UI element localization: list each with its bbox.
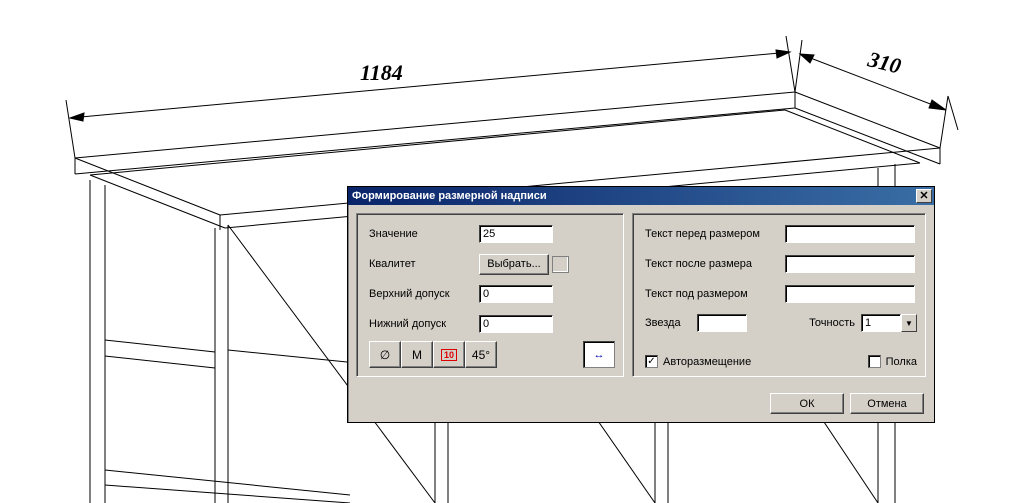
lower-tolerance-label: Нижний допуск (369, 318, 479, 330)
ok-button[interactable]: ОК (770, 393, 844, 414)
shelf-label: Полка (886, 356, 917, 368)
value-label: Значение (369, 228, 479, 240)
text-under-input[interactable] (785, 285, 915, 303)
qualitet-label: Квалитет (369, 258, 479, 270)
left-panel: Значение Квалитет Выбрать... Верхний доп… (356, 213, 624, 377)
right-panel: Текст перед размером Текст после размера… (632, 213, 926, 377)
precision-combo[interactable]: ▼ (861, 314, 917, 332)
diameter-symbol-button[interactable]: ∅ (369, 341, 401, 368)
choose-qualitet-button[interactable]: Выбрать... (479, 254, 549, 275)
precision-dropdown-button[interactable]: ▼ (901, 314, 917, 332)
cancel-button[interactable]: Отмена (850, 393, 924, 414)
value-input[interactable] (479, 225, 553, 243)
tolerance-frame-button[interactable]: 10 (433, 341, 465, 368)
text-after-input[interactable] (785, 255, 915, 273)
text-under-label: Текст под размером (645, 288, 785, 300)
dimension-inscription-dialog: Формирование размерной надписи ✕ Значени… (347, 186, 935, 423)
dimension-preview: ↔ (583, 341, 615, 368)
degree-symbol-button[interactable]: 45° (465, 341, 497, 368)
qualitet-indicator (552, 256, 569, 273)
star-label: Звезда (645, 317, 697, 329)
dimension-1184: 1184 (360, 60, 403, 86)
lower-tolerance-input[interactable] (479, 315, 553, 333)
dialog-title: Формирование размерной надписи (352, 190, 547, 202)
shelf-checkbox[interactable] (868, 355, 881, 368)
upper-tolerance-label: Верхний допуск (369, 288, 479, 300)
precision-input[interactable] (861, 314, 901, 332)
text-after-label: Текст после размера (645, 258, 785, 270)
text-before-label: Текст перед размером (645, 228, 785, 240)
text-before-input[interactable] (785, 225, 915, 243)
precision-label: Точность (809, 317, 855, 329)
upper-tolerance-input[interactable] (479, 285, 553, 303)
star-input[interactable] (697, 314, 747, 332)
auto-placement-checkbox[interactable]: ✓ (645, 355, 658, 368)
metric-symbol-button[interactable]: М (401, 341, 433, 368)
close-button[interactable]: ✕ (916, 189, 932, 203)
auto-placement-label: Авторазмещение (663, 356, 751, 368)
dialog-titlebar[interactable]: Формирование размерной надписи ✕ (348, 187, 934, 205)
